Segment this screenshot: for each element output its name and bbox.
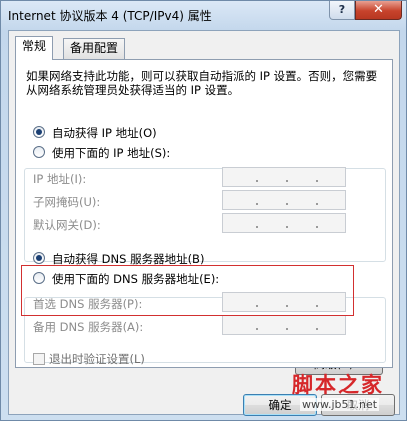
radio-checked-icon [33,125,45,138]
dialog-window: Internet 协议版本 4 (TCP/IPv4) 属性 ? ✕ 常规 备用配… [0,0,407,421]
general-panel: 如果网络支持此功能，则可以获取自动指派的 IP 设置。否则，您需要从网络系统管理… [15,59,393,368]
window-title: Internet 协议版本 4 (TCP/IPv4) 属性 [8,9,212,23]
description-text: 如果网络支持此功能，则可以获取自动指派的 IP 设置。否则，您需要从网络系统管理… [26,69,378,97]
subnet-mask-input[interactable] [222,190,346,210]
close-button[interactable]: ✕ [355,1,402,20]
ok-button[interactable]: 确定 [243,394,317,416]
default-gateway-input[interactable] [222,213,346,233]
dns-auto-radio[interactable]: 自动获得 DNS 服务器地址(B) [33,250,207,266]
radio-checked-icon [33,251,45,264]
help-button[interactable]: ? [329,1,355,20]
title-bar[interactable]: Internet 协议版本 4 (TCP/IPv4) 属性 ? ✕ [1,1,406,29]
ip-address-input[interactable] [222,167,346,187]
default-gateway-label: 默认网关(D): [33,218,101,232]
ip-address-label: IP 地址(I): [33,172,87,186]
highlight-box [21,265,354,316]
tab-general[interactable]: 常规 [15,36,54,60]
validate-settings-checkbox[interactable]: 退出时验证设置(L) [33,351,145,367]
alternate-dns-label: 备用 DNS 服务器(A): [33,320,144,334]
ip-auto-radio[interactable]: 自动获得 IP 地址(O) [33,124,160,140]
alternate-dns-input[interactable] [222,315,346,335]
close-icon: ✕ [373,2,384,17]
cancel-button[interactable]: 取消 [321,394,395,416]
subnet-mask-label: 子网掩码(U): [33,195,101,209]
radio-unchecked-icon [33,145,45,158]
tab-alternate-config[interactable]: 备用配置 [63,38,126,59]
checkbox-icon [33,352,45,365]
ip-manual-radio[interactable]: 使用下面的 IP 地址(S): [33,144,173,160]
validate-settings-label: 退出时验证设置(L) [49,352,145,366]
